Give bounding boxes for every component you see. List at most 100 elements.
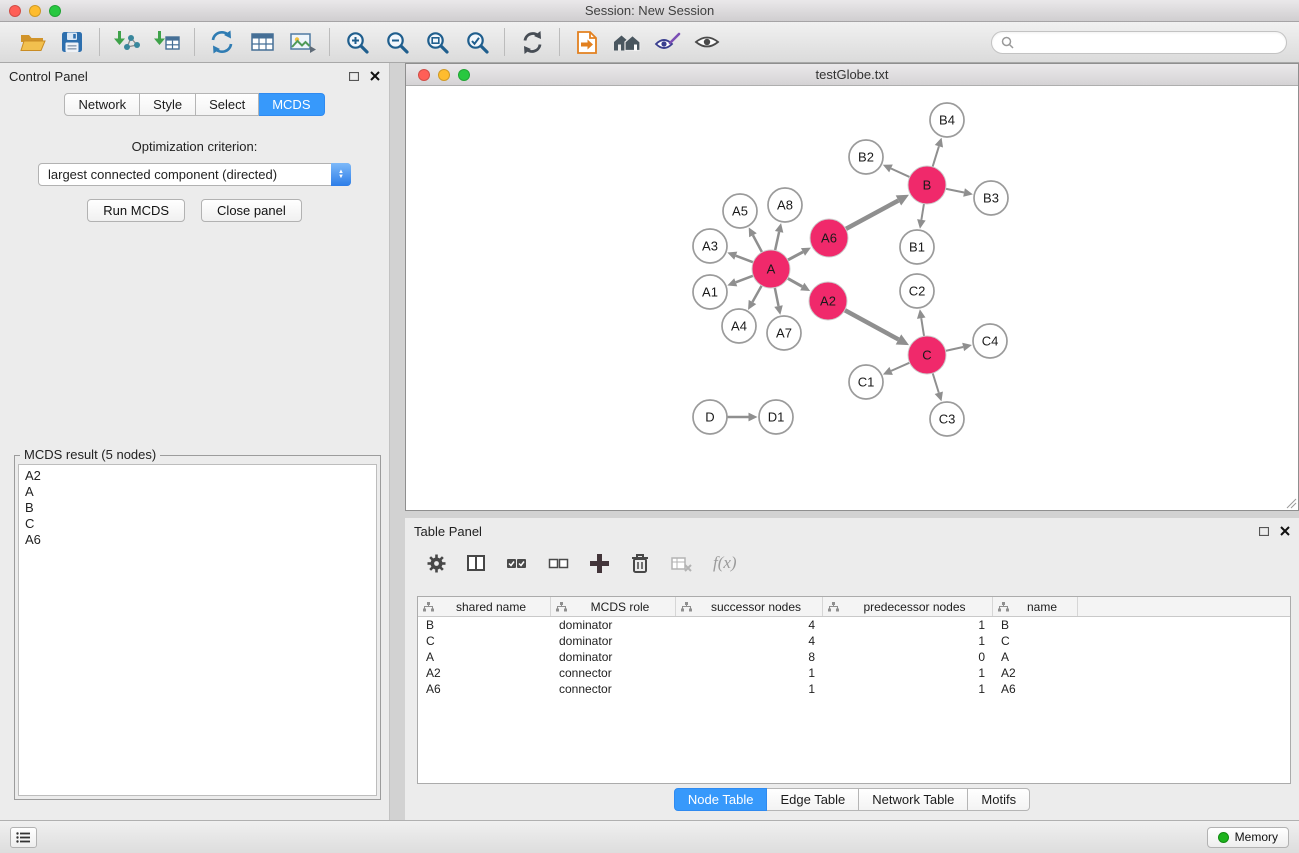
resize-grip-icon[interactable]	[1286, 498, 1297, 509]
zoom-fit-button[interactable]	[417, 25, 457, 59]
export-image-button[interactable]	[282, 25, 322, 59]
table-row[interactable]: A6connector11A6	[418, 681, 1290, 697]
graph-edge-C-C1[interactable]	[883, 363, 910, 375]
table-row[interactable]: A2connector11A2	[418, 665, 1290, 681]
zoom-selected-button[interactable]	[457, 25, 497, 59]
graph-node-A4[interactable]: A4	[722, 309, 756, 343]
zoom-out-button[interactable]	[377, 25, 417, 59]
tab-motifs[interactable]: Motifs	[968, 788, 1030, 811]
graph-edge-B-B1[interactable]	[917, 204, 926, 229]
close-panel-button[interactable]: Close panel	[201, 199, 302, 222]
graph-node-A1[interactable]: A1	[693, 275, 727, 309]
graph-edge-B-B4[interactable]	[933, 138, 943, 167]
graph-edge-A-A5[interactable]	[749, 227, 762, 252]
graph-edge-B-B2[interactable]	[883, 165, 910, 178]
column-header-shared-name[interactable]: shared name	[418, 597, 551, 616]
close-window-button[interactable]	[9, 5, 21, 17]
maximize-network-window-button[interactable]	[458, 69, 470, 81]
graph-node-C2[interactable]: C2	[900, 274, 934, 308]
mcds-result-item[interactable]: B	[25, 500, 370, 516]
graph-node-A5[interactable]: A5	[723, 194, 757, 228]
graph-node-B[interactable]: B	[908, 166, 946, 204]
graph-edge-C-C4[interactable]	[946, 343, 972, 351]
run-mcds-button[interactable]: Run MCDS	[87, 199, 185, 222]
fullscreen-window-button[interactable]	[49, 5, 61, 17]
open-session-button[interactable]	[12, 25, 52, 59]
task-history-button[interactable]	[10, 827, 37, 848]
show-columns-button[interactable]	[467, 554, 485, 572]
table-row[interactable]: Adominator80A	[418, 649, 1290, 665]
minimize-network-window-button[interactable]	[438, 69, 450, 81]
graph-edge-A-A2[interactable]	[788, 278, 811, 291]
network-canvas[interactable]: AA1A2A3A4A5A6A7A8BB1B2B3B4CC1C2C3C4DD1	[406, 86, 1298, 510]
column-header-predecessor-nodes[interactable]: predecessor nodes	[823, 597, 993, 616]
graph-edge-A-A7[interactable]	[774, 288, 782, 315]
graph-node-A7[interactable]: A7	[767, 316, 801, 350]
import-network-button[interactable]	[107, 25, 147, 59]
select-all-columns-button[interactable]	[506, 555, 527, 572]
graph-node-D1[interactable]: D1	[759, 400, 793, 434]
graph-node-B3[interactable]: B3	[974, 181, 1008, 215]
table-row[interactable]: Cdominator41C	[418, 633, 1290, 649]
column-header-MCDS-role[interactable]: MCDS role	[551, 597, 676, 616]
graph-node-A3[interactable]: A3	[693, 229, 727, 263]
graph-edge-D-D1[interactable]	[727, 413, 758, 422]
first-neighbors-button[interactable]	[607, 25, 647, 59]
close-panel-icon[interactable]	[1280, 526, 1290, 536]
graph-node-C1[interactable]: C1	[849, 365, 883, 399]
graph-edge-A-A4[interactable]	[748, 286, 762, 310]
graph-node-D[interactable]: D	[693, 400, 727, 434]
tab-select[interactable]: Select	[196, 93, 259, 116]
column-header-name[interactable]: name	[993, 597, 1078, 616]
graph-node-B1[interactable]: B1	[900, 230, 934, 264]
minimize-window-button[interactable]	[29, 5, 41, 17]
graph-edge-A6-B[interactable]	[846, 195, 909, 229]
graph-node-C[interactable]: C	[908, 336, 946, 374]
mcds-result-item[interactable]: C	[25, 516, 370, 532]
graph-node-B4[interactable]: B4	[930, 103, 964, 137]
open-document-button[interactable]	[567, 25, 607, 59]
graph-node-B2[interactable]: B2	[849, 140, 883, 174]
mcds-result-item[interactable]: A	[25, 484, 370, 500]
tab-style[interactable]: Style	[140, 93, 196, 116]
new-network-button[interactable]	[202, 25, 242, 59]
add-column-button[interactable]	[590, 554, 609, 573]
mcds-result-list[interactable]: A2ABCA6	[18, 464, 377, 796]
refresh-view-button[interactable]	[512, 25, 552, 59]
tab-mcds[interactable]: MCDS	[259, 93, 324, 116]
new-table-button[interactable]	[242, 25, 282, 59]
close-panel-icon[interactable]	[370, 71, 380, 81]
graph-node-C3[interactable]: C3	[930, 402, 964, 436]
float-panel-icon[interactable]	[1259, 527, 1269, 536]
table-settings-button[interactable]	[427, 554, 446, 573]
float-panel-icon[interactable]	[349, 72, 359, 81]
graph-edge-A-A6[interactable]	[788, 248, 811, 260]
graph-edge-A2-C[interactable]	[845, 310, 909, 345]
zoom-in-button[interactable]	[337, 25, 377, 59]
graph-edge-C-C2[interactable]	[917, 309, 926, 336]
tab-edge-table[interactable]: Edge Table	[767, 788, 859, 811]
graph-node-A6[interactable]: A6	[810, 219, 848, 257]
graph-edge-C-C3[interactable]	[933, 373, 943, 401]
annotation-button[interactable]	[647, 25, 687, 59]
unselect-all-columns-button[interactable]	[548, 555, 569, 572]
criterion-dropdown[interactable]: largest connected component (directed) ▲…	[38, 163, 351, 186]
search-input[interactable]	[1019, 35, 1277, 49]
tab-network[interactable]: Network	[64, 93, 140, 116]
close-network-window-button[interactable]	[418, 69, 430, 81]
graph-edge-A-A1[interactable]	[727, 276, 753, 287]
search-box[interactable]	[991, 31, 1287, 54]
import-table-button[interactable]	[147, 25, 187, 59]
save-session-button[interactable]	[52, 25, 92, 59]
graph-node-A2[interactable]: A2	[809, 282, 847, 320]
table-row[interactable]: Bdominator41B	[418, 617, 1290, 633]
memory-button[interactable]: Memory	[1207, 827, 1289, 848]
mcds-result-item[interactable]: A6	[25, 532, 370, 548]
graph-node-A[interactable]: A	[752, 250, 790, 288]
tab-network-table[interactable]: Network Table	[859, 788, 968, 811]
network-graph[interactable]: AA1A2A3A4A5A6A7A8BB1B2B3B4CC1C2C3C4DD1	[406, 86, 1298, 510]
graph-node-A8[interactable]: A8	[768, 188, 802, 222]
delete-column-button[interactable]	[630, 553, 650, 574]
column-header-successor-nodes[interactable]: successor nodes	[676, 597, 823, 616]
tab-node-table[interactable]: Node Table	[674, 788, 768, 811]
